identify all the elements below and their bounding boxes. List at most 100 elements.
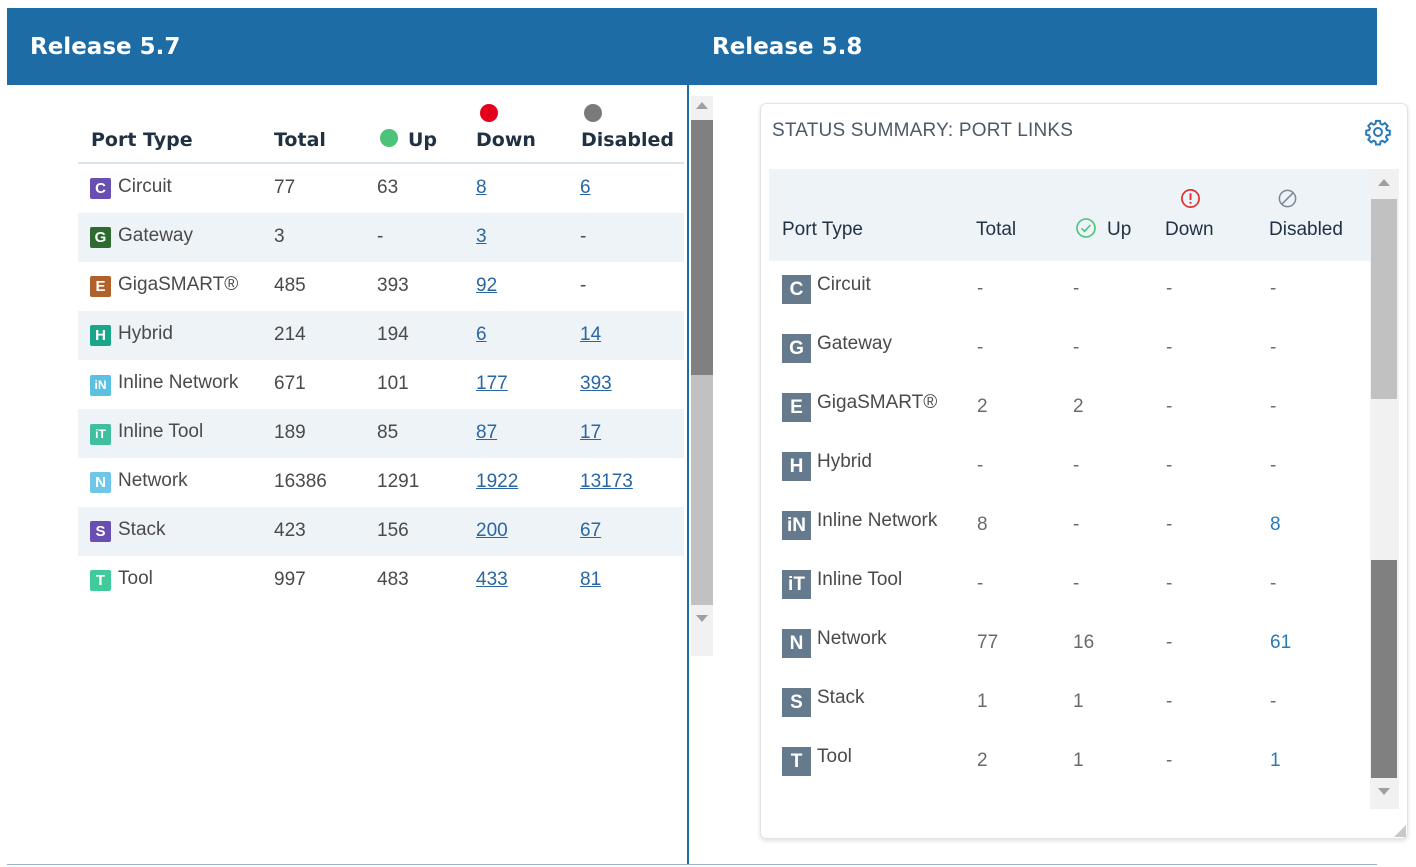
scrollbar-thumb[interactable] xyxy=(691,120,713,375)
disabled-cell[interactable]: 17 xyxy=(580,422,601,444)
port-type-cell: G Gateway xyxy=(90,225,193,248)
down-cell[interactable]: 433 xyxy=(476,569,508,591)
total-cell: 77 xyxy=(977,632,999,653)
port-type-cell: G Gateway xyxy=(782,333,892,363)
table-row: H Hybrid - - - - xyxy=(769,438,1370,497)
release-57-header: Release 5.7 xyxy=(7,8,687,85)
scroll-up-arrow-icon[interactable] xyxy=(1378,179,1390,186)
scrollbar-57[interactable] xyxy=(691,96,713,656)
down-cell[interactable]: 92 xyxy=(476,275,497,297)
port-type-name: Stack xyxy=(118,519,166,540)
up-cell: 1 xyxy=(1073,691,1084,712)
disabled-cell[interactable]: 13173 xyxy=(580,471,633,493)
port-type-badge-icon: E xyxy=(90,276,111,297)
port-type-name: Network xyxy=(118,470,188,491)
port-type-cell: C Circuit xyxy=(90,176,172,199)
table-row: C Circuit - - - - xyxy=(769,261,1370,320)
disabled-cell: - xyxy=(1270,691,1277,712)
settings-gear-icon[interactable] xyxy=(1364,118,1392,146)
table-body: C Circuit 77 63 8 6 G Gateway 3 - 3 - E GigaSMART® 485… xyxy=(78,164,684,605)
down-cell: - xyxy=(1166,455,1173,476)
port-type-badge-icon: G xyxy=(782,334,811,363)
port-type-badge-icon: iN xyxy=(90,375,111,396)
down-cell: - xyxy=(1166,278,1173,299)
disabled-status-dot-icon xyxy=(584,104,602,122)
port-type-cell: T Tool xyxy=(782,746,852,776)
total-cell: 997 xyxy=(274,569,306,590)
table-row: G Gateway - - - - xyxy=(769,320,1370,379)
port-type-name: Network xyxy=(817,628,887,649)
disabled-cell[interactable]: 8 xyxy=(1270,514,1281,536)
port-type-badge-icon: H xyxy=(782,452,811,481)
up-cell: - xyxy=(1073,573,1080,594)
up-cell: 85 xyxy=(377,422,399,443)
resize-handle-icon[interactable] xyxy=(1394,825,1406,837)
up-check-circle-icon xyxy=(1076,218,1096,238)
disabled-cell[interactable]: 6 xyxy=(580,177,591,199)
port-type-badge-icon: N xyxy=(782,629,811,658)
table-header: Port Type Total Up Down Disabled xyxy=(769,169,1370,261)
down-cell[interactable]: 87 xyxy=(476,422,497,444)
port-type-name: Circuit xyxy=(817,274,871,295)
port-type-badge-icon: C xyxy=(782,275,811,304)
total-cell: 2 xyxy=(977,396,988,417)
down-cell[interactable]: 6 xyxy=(476,324,487,346)
release-57-title: Release 5.7 xyxy=(30,33,181,60)
header-total: Total xyxy=(274,129,326,151)
scroll-down-arrow-icon[interactable] xyxy=(1378,788,1390,795)
disabled-cell[interactable]: 393 xyxy=(580,373,612,395)
scrollbar-thumb[interactable] xyxy=(1371,560,1397,778)
header-up: Up xyxy=(1107,219,1132,240)
port-type-cell: iT Inline Tool xyxy=(782,569,902,599)
disabled-cell[interactable]: 1 xyxy=(1270,750,1281,772)
total-cell: 77 xyxy=(274,177,296,198)
port-type-name: Inline Network xyxy=(118,372,239,393)
header-disabled: Disabled xyxy=(581,129,675,151)
scrollbar-track-highlight xyxy=(1371,199,1397,399)
down-cell[interactable]: 1922 xyxy=(476,471,518,493)
disabled-cell: - xyxy=(1270,396,1277,417)
down-cell: - xyxy=(1166,691,1173,712)
disabled-cell[interactable]: 81 xyxy=(580,569,601,591)
total-cell: 214 xyxy=(274,324,306,345)
port-type-cell: S Stack xyxy=(782,687,865,717)
scroll-up-arrow-icon[interactable] xyxy=(696,102,708,109)
scroll-down-arrow-icon[interactable] xyxy=(696,615,708,622)
port-type-cell: C Circuit xyxy=(782,274,871,304)
disabled-cell[interactable]: 67 xyxy=(580,520,601,542)
total-cell: 8 xyxy=(977,514,988,535)
down-cell: - xyxy=(1166,632,1173,653)
down-cell[interactable]: 200 xyxy=(476,520,508,542)
port-type-badge-icon: iN xyxy=(782,511,811,540)
scrollbar-58[interactable] xyxy=(1370,169,1399,809)
port-type-cell: N Network xyxy=(782,628,887,658)
total-cell: - xyxy=(977,278,984,299)
total-cell: 2 xyxy=(977,750,988,771)
disabled-cell[interactable]: 61 xyxy=(1270,632,1291,654)
table-row: iN Inline Network 671 101 177 393 xyxy=(78,360,684,409)
port-type-badge-icon: G xyxy=(90,227,111,248)
down-alert-circle-icon xyxy=(1181,189,1200,208)
up-cell: 194 xyxy=(377,324,409,345)
down-cell[interactable]: 3 xyxy=(476,226,487,248)
port-type-badge-icon: iT xyxy=(782,570,811,599)
total-cell: - xyxy=(977,573,984,594)
port-type-name: Circuit xyxy=(118,176,172,197)
disabled-cell[interactable]: 14 xyxy=(580,324,601,346)
port-type-name: Gateway xyxy=(118,225,193,246)
port-type-name: GigaSMART® xyxy=(118,274,239,295)
release-58-title: Release 5.8 xyxy=(712,33,863,60)
disabled-cell: - xyxy=(580,226,587,247)
up-cell: 16 xyxy=(1073,632,1095,653)
port-type-badge-icon: T xyxy=(90,570,111,591)
port-type-name: GigaSMART® xyxy=(817,392,938,413)
down-cell[interactable]: 8 xyxy=(476,177,487,199)
release-58-header: Release 5.8 xyxy=(689,8,1377,85)
port-type-badge-icon: T xyxy=(782,747,811,776)
port-type-badge-icon: S xyxy=(90,521,111,542)
up-cell: 156 xyxy=(377,520,409,541)
down-cell[interactable]: 177 xyxy=(476,373,508,395)
table-row: T Tool 2 1 - 1 xyxy=(769,733,1370,792)
table-header: Port Type Total Up Down Disabled xyxy=(78,92,684,164)
header-port-type: Port Type xyxy=(91,129,193,151)
